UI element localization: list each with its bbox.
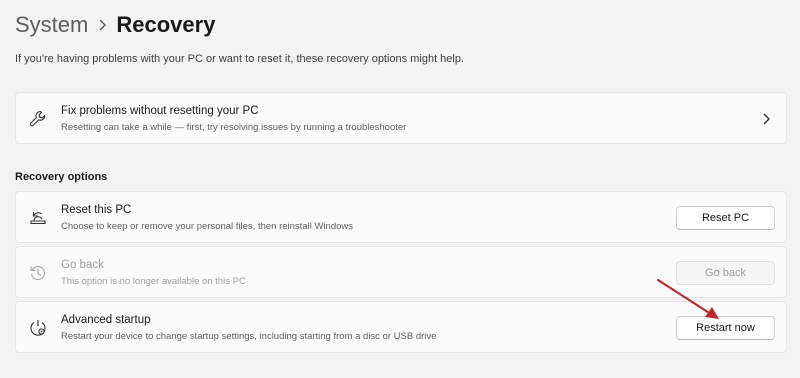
- fix-problems-subtitle: Resetting can take a while — first, try …: [61, 122, 407, 133]
- advanced-startup-title: Advanced startup: [61, 314, 151, 326]
- reset-pc-row: Reset this PC Choose to keep or remove y…: [15, 191, 787, 243]
- page-title: Recovery: [116, 12, 216, 37]
- chevron-right-icon[interactable]: [760, 111, 772, 127]
- recovery-settings-page: System Recovery If you're having problem…: [0, 0, 800, 378]
- reset-pc-subtitle: Choose to keep or remove your personal f…: [61, 221, 354, 232]
- page-description: If you're having problems with your PC o…: [15, 53, 465, 65]
- wrench-icon: [28, 109, 48, 129]
- reset-pc-icon: [28, 208, 48, 228]
- go-back-subtitle: This option is no longer available on th…: [61, 276, 246, 287]
- red-arrow-annotation: [656, 278, 719, 319]
- reset-pc-title: Reset this PC: [61, 204, 132, 216]
- fix-problems-title: Fix problems without resetting your PC: [61, 105, 259, 117]
- go-back-title: Go back: [61, 259, 104, 271]
- recovery-options-heading: Recovery options: [15, 171, 108, 183]
- advanced-startup-icon: [28, 318, 48, 338]
- advanced-startup-subtitle: Restart your device to change startup se…: [61, 331, 437, 342]
- history-icon: [28, 263, 48, 283]
- reset-pc-button[interactable]: Reset PC: [676, 206, 775, 230]
- fix-problems-card[interactable]: Fix problems without resetting your PC R…: [15, 92, 787, 144]
- breadcrumb-system-link[interactable]: System: [15, 12, 88, 38]
- breadcrumb: System Recovery: [15, 8, 215, 42]
- breadcrumb-chevron-icon: [88, 15, 116, 35]
